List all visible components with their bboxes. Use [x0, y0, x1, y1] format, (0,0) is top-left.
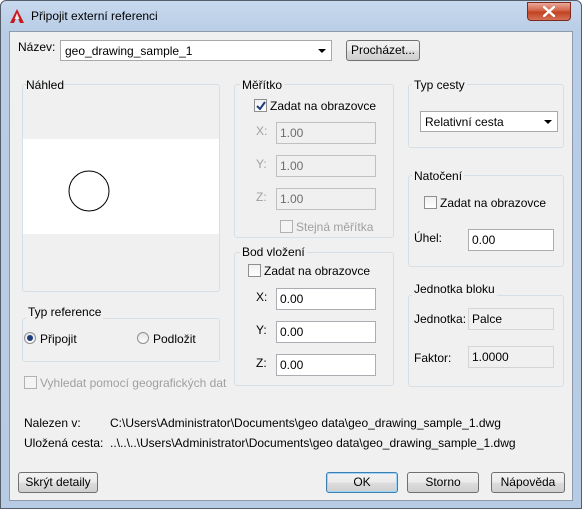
close-icon [543, 6, 555, 17]
scale-specify-label: Zadat na obrazovce [270, 99, 377, 113]
browse-button[interactable]: Procházet... [346, 40, 420, 61]
scale-x-label: X: [256, 124, 268, 138]
geo-locate-checkbox[interactable] [24, 376, 37, 389]
name-label: Název: [18, 40, 56, 54]
insertion-z-field[interactable]: 0.00 [276, 354, 376, 376]
scale-x-field[interactable]: 1.00 [276, 122, 376, 144]
angle-field[interactable]: 0.00 [468, 229, 554, 251]
attach-radio[interactable] [24, 332, 36, 344]
insertion-y-label: Y: [256, 323, 267, 337]
unit-label: Jednotka: [414, 312, 467, 326]
close-button[interactable] [527, 2, 571, 21]
insertion-y-field[interactable]: 0.00 [276, 321, 376, 343]
hide-details-button[interactable]: Skrýt detaily [18, 472, 98, 493]
name-combobox-value: geo_drawing_sample_1 [65, 44, 193, 58]
rotation-title: Natočení [412, 169, 465, 183]
rotation-specify-label: Zadat na obrazovce [440, 196, 547, 210]
uniform-scale-checkbox[interactable] [280, 220, 293, 233]
checkmark-icon [256, 101, 266, 111]
scale-title: Měřítko [240, 78, 285, 92]
preview-title: Náhled [26, 78, 65, 92]
scale-y-field[interactable]: 1.00 [276, 155, 376, 177]
path-type-value: Relativní cesta [425, 115, 504, 129]
ok-button[interactable]: OK [326, 472, 398, 493]
name-combobox[interactable]: geo_drawing_sample_1 [60, 40, 332, 61]
preview-drawing [68, 170, 110, 212]
factor-label: Faktor: [414, 351, 452, 365]
help-button[interactable]: Nápověda [491, 472, 565, 493]
insertion-specify-checkbox[interactable] [248, 264, 261, 277]
radio-selected-dot [27, 335, 33, 341]
scale-y-label: Y: [256, 157, 267, 171]
autocad-logo-icon [10, 9, 24, 23]
preview-canvas [23, 139, 219, 234]
uniform-scale-label: Stejná měřítka [296, 220, 374, 234]
path-type-title: Typ cesty [412, 78, 467, 92]
rotation-specify-checkbox[interactable] [424, 196, 437, 209]
dialog-client-area: Název: geo_drawing_sample_1 Procházet...… [9, 31, 573, 501]
scale-z-label: Z: [256, 190, 267, 204]
block-unit-title: Jednotka bloku [412, 282, 497, 296]
overlay-label: Podložit [153, 332, 196, 346]
overlay-radio[interactable] [137, 332, 149, 344]
reference-type-title: Typ reference [26, 305, 104, 319]
insertion-z-label: Z: [256, 356, 267, 370]
found-in-label: Nalezen v: [24, 416, 81, 430]
insertion-specify-label: Zadat na obrazovce [264, 264, 371, 278]
window-title: Připojit externí referenci [31, 9, 158, 23]
xref-dialog-window: Připojit externí referenci Název: geo_dr… [0, 0, 582, 509]
chevron-down-icon [544, 120, 552, 124]
scale-specify-checkbox[interactable] [254, 99, 267, 112]
angle-label: Úhel: [414, 231, 443, 245]
scale-z-field[interactable]: 1.00 [276, 188, 376, 210]
path-type-combobox[interactable]: Relativní cesta [420, 111, 558, 132]
saved-path-label: Uložená cesta: [24, 436, 104, 450]
cancel-button[interactable]: Storno [407, 472, 479, 493]
chevron-down-icon [318, 49, 326, 53]
found-in-value: C:\Users\Administrator\Documents\geo dat… [110, 416, 501, 430]
insertion-x-field[interactable]: 0.00 [276, 288, 376, 310]
factor-field: 1.0000 [468, 346, 554, 368]
insertion-title: Bod vložení [240, 245, 307, 259]
title-bar[interactable]: Připojit externí referenci [1, 1, 581, 31]
geo-locate-label: Vyhledat pomocí geografických dat [40, 376, 227, 390]
rotation-group [408, 175, 564, 267]
unit-field: Palce [468, 308, 554, 330]
insertion-x-label: X: [256, 290, 268, 304]
saved-path-value: ..\..\..\Users\Administrator\Documents\g… [110, 436, 516, 450]
attach-label: Připojit [40, 332, 77, 346]
